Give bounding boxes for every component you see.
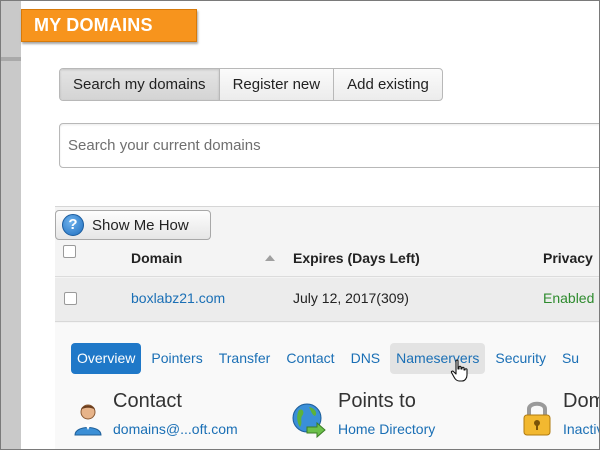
padlock-icon	[523, 401, 551, 436]
tab-dns[interactable]: DNS	[345, 343, 387, 374]
left-rail	[1, 1, 21, 449]
domains-table-header: Domain Expires (Days Left) Privacy	[55, 241, 599, 277]
privacy-status: Enabled	[543, 290, 595, 306]
show-me-how-button[interactable]: ? Show Me How	[55, 210, 211, 240]
tab-truncated[interactable]: Su	[556, 343, 585, 374]
window-frame: MY DOMAINS Search my domains Register ne…	[0, 0, 600, 450]
add-existing-button[interactable]: Add existing	[334, 69, 442, 100]
person-icon	[74, 404, 102, 436]
page-title-banner: MY DOMAINS	[21, 9, 197, 42]
register-new-button[interactable]: Register new	[220, 69, 335, 100]
domain-link[interactable]: boxlabz21.com	[131, 290, 225, 306]
domain-lock-status-link[interactable]: Inactiv	[563, 421, 599, 437]
select-all-checkbox[interactable]	[63, 245, 76, 258]
contact-card-title: Contact	[113, 390, 182, 412]
question-icon: ?	[62, 214, 84, 236]
column-expires-header[interactable]: Expires (Days Left)	[293, 250, 420, 266]
search-my-domains-button[interactable]: Search my domains	[60, 69, 220, 100]
globe-arrow-icon	[292, 403, 326, 439]
tab-pointers[interactable]: Pointers	[145, 343, 208, 374]
sort-ascending-icon[interactable]	[265, 255, 275, 261]
tab-contact[interactable]: Contact	[280, 343, 340, 374]
panel-divider	[55, 206, 599, 207]
hand-pointer-icon	[450, 359, 468, 382]
points-to-card-title: Points to	[338, 390, 416, 412]
rail-tick	[1, 57, 21, 61]
column-privacy-header[interactable]: Privacy	[543, 250, 593, 266]
expiration-date: July 12, 2017(309)	[293, 290, 409, 306]
tab-overview[interactable]: Overview	[71, 343, 142, 374]
tab-security[interactable]: Security	[489, 343, 552, 374]
domain-detail-tabs: Overview Pointers Transfer Contact DNS N…	[71, 343, 589, 374]
contact-email-link[interactable]: domains@...oft.com	[113, 421, 238, 437]
domain-search-input[interactable]	[59, 123, 599, 168]
show-me-how-label: Show Me How	[92, 216, 189, 234]
tab-transfer[interactable]: Transfer	[213, 343, 277, 374]
row-checkbox[interactable]	[64, 292, 77, 305]
domain-lock-card-title: Dom	[563, 390, 599, 412]
home-directory-link[interactable]: Home Directory	[338, 421, 435, 437]
domain-mode-switcher: Search my domains Register new Add exist…	[59, 68, 443, 101]
table-row: boxlabz21.com July 12, 2017(309) Enabled	[55, 278, 599, 322]
tab-nameservers[interactable]: Nameservers	[390, 343, 486, 374]
column-domain-header[interactable]: Domain	[131, 250, 182, 266]
